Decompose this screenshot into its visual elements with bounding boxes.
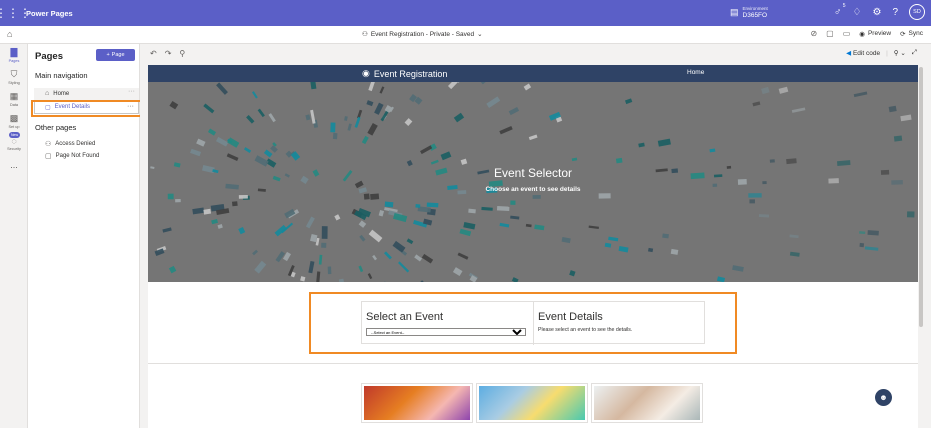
more-options-icon[interactable]: ··· (128, 88, 135, 95)
separator: | (886, 49, 888, 57)
site-icon: ⚇ (362, 31, 368, 38)
rail-label: Security (7, 146, 21, 151)
nav-item-page-not-found-label: Page Not Found (55, 153, 100, 159)
rail-styling[interactable]: ⛉ Styling (0, 66, 28, 88)
pages-icon[interactable]: ▢ (826, 29, 834, 38)
site-status[interactable]: ⚇ Event Registration - Private - Saved ⌄ (362, 30, 483, 39)
table-icon: ▦ (9, 91, 19, 101)
canvas-toolbar: ↶ ↷ ⚲ ◀ Edit code | ⚲ ⌄ ⤢ (140, 44, 931, 65)
edit-code-label: Edit code (852, 50, 881, 57)
rail-label: Data (9, 103, 19, 107)
site-status-text: Event Registration - Private - Saved (370, 30, 475, 38)
notification-count: 5 (842, 2, 846, 9)
hero-subtitle: Choose an event to see details (485, 186, 581, 193)
nav-item-page-not-found[interactable]: ▢ Page Not Found (45, 152, 99, 160)
nav-item-access-denied[interactable]: ⚇ Access Denied (45, 140, 95, 148)
event-thumbnail[interactable] (591, 383, 703, 423)
event-thumbnail[interactable] (361, 383, 473, 423)
chat-icon[interactable]: ☻ (875, 389, 892, 406)
nav-item-home[interactable]: ⌂ Home ··· (34, 88, 139, 100)
nav-item-access-denied-label: Access Denied (55, 141, 96, 147)
divider (148, 363, 918, 364)
sync-icon: ⟳ (900, 30, 906, 38)
rail-more[interactable]: ... (0, 154, 28, 176)
event-thumbnails (361, 383, 703, 423)
scrollbar[interactable] (919, 67, 923, 327)
home-icon[interactable]: ⌂ (7, 29, 12, 39)
sync-label: Sync (908, 30, 923, 37)
link-icon[interactable]: ⊘ (810, 29, 817, 38)
site-toolbar: ⌂ ⚇ Event Registration - Private - Saved… (0, 26, 931, 44)
app-title[interactable]: Power Pages (26, 9, 73, 18)
link-icon[interactable]: ⚲ (179, 49, 185, 58)
brush-icon: ⛉ (10, 69, 18, 79)
rail-label: Set up (8, 125, 20, 129)
event-image (364, 386, 470, 420)
add-page-label: Page (111, 52, 125, 58)
hero-image (148, 82, 918, 282)
edit-code-button[interactable]: ◀ Edit code (846, 49, 880, 57)
event-image (594, 386, 700, 420)
highlight-box (309, 292, 737, 354)
home-icon: ⌂ (45, 90, 50, 97)
design-canvas: ↶ ↷ ⚲ ◀ Edit code | ⚲ ⌄ ⤢ ◉ Event Registr… (140, 44, 931, 428)
site-preview: ◉ Event Registration Home Event Selector … (148, 65, 918, 428)
rail-setup[interactable]: ▩ Set up (0, 110, 28, 132)
avatar[interactable]: SD (909, 4, 925, 20)
event-thumbnail[interactable] (476, 383, 588, 423)
panel-title: Pages (35, 51, 63, 62)
site-nav-home[interactable]: Home (687, 69, 704, 76)
bell-icon[interactable]: ♢ (853, 7, 862, 18)
other-pages-heading: Other pages (35, 123, 77, 132)
nav-item-home-label: Home (53, 90, 70, 97)
environment-name: D365FO (742, 12, 768, 19)
hero-section: Event Selector Choose an event to see de… (148, 82, 918, 282)
vscode-icon: ◀ (846, 50, 852, 57)
logo-icon: ◉ (362, 68, 370, 78)
app-header: ⋮⋮⋮ Power Pages ▤ Environment D365FO ♂ 5 … (0, 0, 931, 26)
page-icon: ▇ (10, 47, 18, 57)
building-icon: ▤ (730, 6, 739, 17)
sync-button[interactable]: ⟳ Sync (900, 30, 923, 38)
copilot-icon[interactable]: ♂ 5 (834, 3, 846, 18)
environment-picker[interactable]: ▤ Environment D365FO (730, 5, 768, 19)
rail-pages[interactable]: ▇ Pages (0, 44, 28, 66)
preview-button[interactable]: ◉ Preview (859, 30, 891, 38)
expand-icon[interactable]: ⤢ (912, 49, 917, 57)
new-badge: New (9, 132, 21, 138)
redo-icon[interactable]: ↷ (165, 49, 172, 58)
highlight-box (31, 100, 142, 117)
chevron-down-icon: ⌄ (477, 31, 483, 38)
site-navbar: ◉ Event Registration Home (148, 65, 918, 82)
more-icon: ... (10, 160, 18, 170)
left-rail: ▇ Pages ⛉ Styling ▦ Data ▩ Set up ◌ Security … (0, 44, 28, 428)
app-launcher-icon[interactable]: ⋮⋮⋮ (0, 0, 31, 26)
setup-icon: ▩ (9, 113, 19, 123)
pages-panel: Pages + Page Main navigation ⌂ Home ··· ▢ E… (28, 44, 142, 428)
environment-label: Environment (742, 6, 768, 11)
gear-icon[interactable]: ⚙ (872, 7, 881, 18)
plus-icon: + (106, 52, 110, 58)
undo-icon[interactable]: ↶ (150, 49, 157, 58)
event-image (479, 386, 585, 420)
main-navigation-heading: Main navigation (35, 71, 88, 80)
page-search-icon: ▢ (45, 153, 52, 160)
site-brand-text: Event Registration (373, 68, 448, 79)
comment-icon[interactable]: ▭ (843, 29, 851, 38)
hero-title: Event Selector (493, 166, 573, 180)
rail-label: Pages (8, 59, 20, 63)
eye-icon: ◉ (859, 30, 865, 38)
rail-label: Styling (8, 81, 20, 85)
zoom-icon[interactable]: ⚲ ⌄ (894, 49, 906, 57)
preview-label: Preview (867, 30, 892, 37)
rail-data[interactable]: ▦ Data (0, 88, 28, 110)
site-brand[interactable]: ◉ Event Registration (362, 68, 447, 79)
add-page-button[interactable]: + Page (96, 49, 135, 61)
person-lock-icon: ⚇ (45, 141, 52, 148)
help-icon[interactable]: ? (892, 7, 898, 18)
